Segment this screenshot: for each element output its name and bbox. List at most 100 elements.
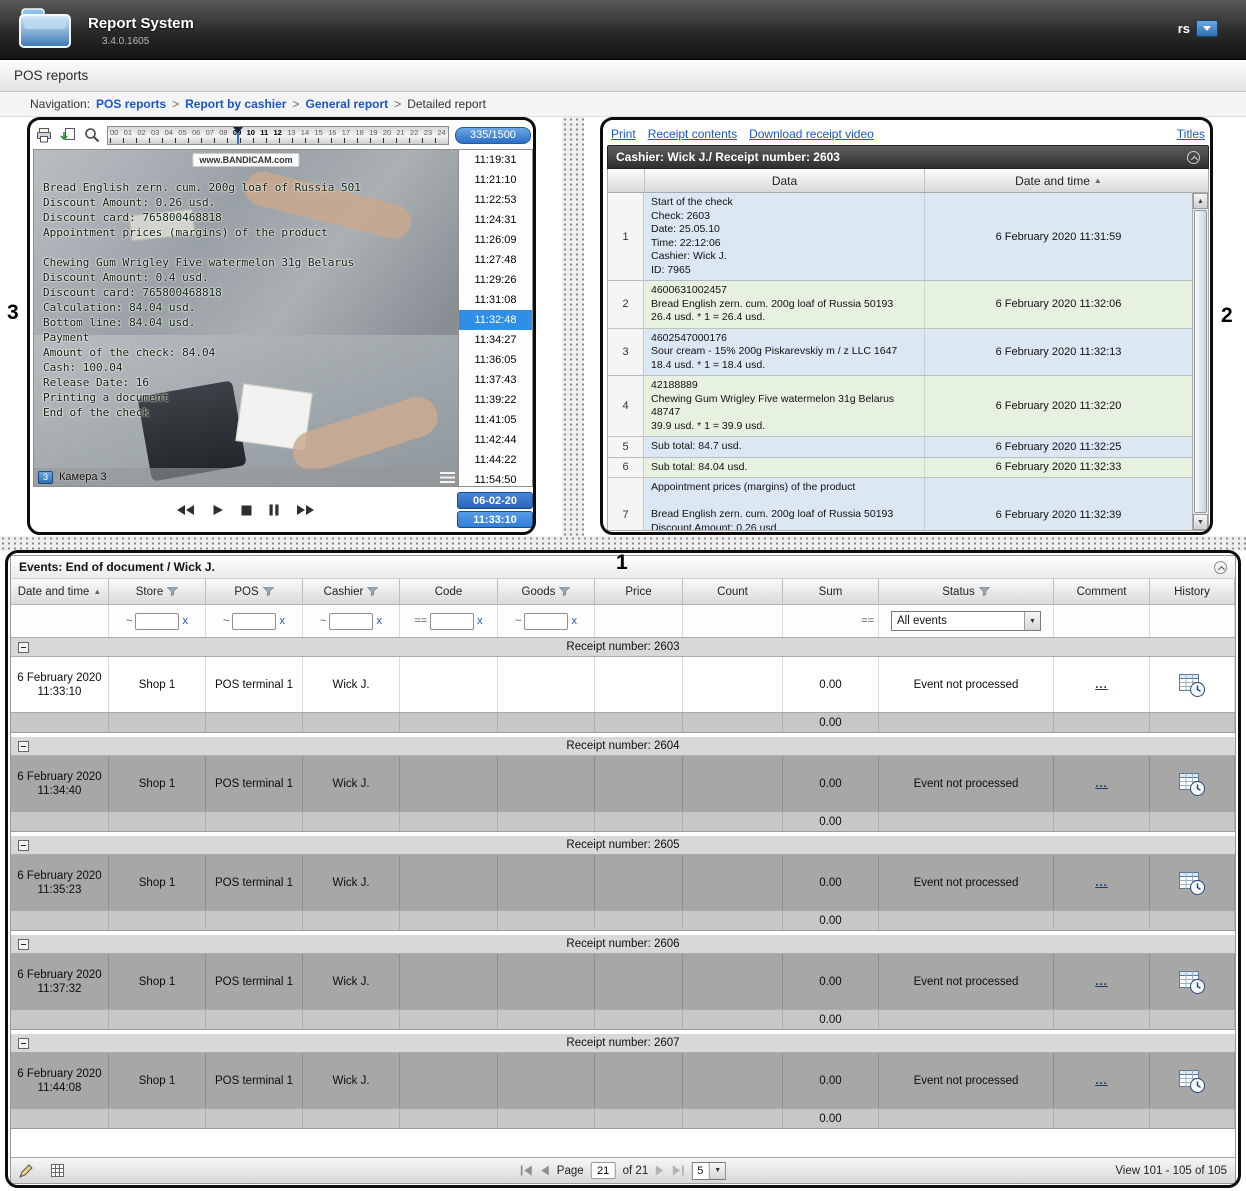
pos-filter-clear[interactable]: x [279,615,285,627]
event-comment-link[interactable]: ... [1095,976,1108,988]
cashier-filter-input[interactable] [329,613,373,630]
event-comment-link[interactable]: ... [1095,679,1108,691]
store-filter-clear[interactable]: x [182,615,188,627]
column-header-history[interactable]: History [1150,579,1235,604]
breadcrumb-pos-reports[interactable]: POS reports [96,97,166,111]
filter-icon[interactable] [263,587,274,596]
history-icon[interactable] [1178,870,1206,896]
receipt-contents-link[interactable]: Receipt contents [648,127,737,141]
column-header-sum[interactable]: Sum [783,579,879,604]
last-page-icon[interactable] [672,1165,685,1176]
grid-icon[interactable] [51,1164,64,1177]
first-page-icon[interactable] [520,1165,533,1176]
timestamp-item[interactable]: 11:31:08 [459,290,532,310]
receipt-row[interactable]: 24600631002457Bread English zern. cum. 2… [608,281,1192,329]
column-header-store[interactable]: Store [109,579,206,604]
column-header-data[interactable]: Data [644,169,924,192]
timeline[interactable]: 0001020304050607080910111213141516171819… [107,126,449,145]
receipt-row[interactable]: 6Sub total: 84.04 usd.6 February 2020 11… [608,458,1192,479]
timestamp-item[interactable]: 11:44:22 [459,450,532,470]
timestamp-item[interactable]: 11:26:09 [459,230,532,250]
event-row[interactable]: 6 February 202011:37:32Shop 1POS termina… [11,954,1235,1010]
receipt-row[interactable]: 1Start of the checkCheck: 2603Date: 25.0… [608,193,1192,281]
titles-link[interactable]: Titles [1177,127,1205,141]
user-menu-button[interactable] [1196,20,1218,37]
receipt-row[interactable]: 442188889Chewing Gum Wrigley Five waterm… [608,376,1192,437]
rewind-button[interactable] [176,504,195,516]
column-header-count[interactable]: Count [683,579,783,604]
receipt-group-row[interactable]: Receipt number: 2606 [11,935,1235,954]
scrollbar[interactable]: ▲ ▼ [1192,193,1208,530]
event-comment-link[interactable]: ... [1095,877,1108,889]
search-icon[interactable] [83,127,101,144]
history-icon[interactable] [1178,1068,1206,1094]
event-row[interactable]: 6 February 202011:34:40Shop 1POS termina… [11,756,1235,812]
cashier-filter-clear[interactable]: x [376,615,382,627]
store-filter-input[interactable] [135,613,179,630]
print-link[interactable]: Print [611,127,636,141]
history-icon[interactable] [1178,969,1206,995]
filter-icon[interactable] [367,587,378,596]
print-icon[interactable] [35,127,53,144]
breadcrumb-report-by-cashier[interactable]: Report by cashier [185,97,286,111]
column-header-code[interactable]: Code [400,579,498,604]
column-header-status[interactable]: Status [879,579,1054,604]
download-receipt-video-link[interactable]: Download receipt video [749,127,874,141]
timestamp-item[interactable]: 11:42:44 [459,430,532,450]
horizontal-splitter[interactable] [0,536,1246,551]
scroll-down-icon[interactable]: ▼ [1193,514,1208,530]
column-header-price[interactable]: Price [595,579,683,604]
filter-icon[interactable] [979,587,990,596]
timestamp-item[interactable]: 11:19:31 [459,150,532,170]
timestamp-item[interactable]: 11:27:48 [459,250,532,270]
menu-icon[interactable] [440,472,455,483]
history-icon[interactable] [1178,771,1206,797]
receipt-group-row[interactable]: Receipt number: 2605 [11,836,1235,855]
timestamp-item[interactable]: 11:34:27 [459,330,532,350]
filter-icon[interactable] [559,587,570,596]
breadcrumb-general-report[interactable]: General report [305,97,388,111]
collapse-events-icon[interactable] [1214,561,1227,574]
column-header-pos[interactable]: POS [206,579,303,604]
column-header-cashier[interactable]: Cashier [303,579,400,604]
event-comment-link[interactable]: ... [1095,778,1108,790]
next-page-icon[interactable] [655,1165,665,1176]
page-number-input[interactable] [591,1162,616,1179]
timestamp-item[interactable]: 11:39:22 [459,390,532,410]
timestamp-item[interactable]: 11:22:53 [459,190,532,210]
stop-button[interactable] [241,505,252,516]
fast-forward-button[interactable] [296,504,315,516]
collapse-panel-icon[interactable] [1187,151,1200,164]
scroll-up-icon[interactable]: ▲ [1193,193,1208,209]
receipt-row[interactable]: 34602547000176Sour cream - 15% 200g Pisk… [608,329,1192,377]
column-header-datetime[interactable]: Date and time ▲ [924,169,1192,192]
event-row[interactable]: 6 February 202011:33:10Shop 1POS termina… [11,657,1235,713]
pos-filter-input[interactable] [232,613,276,630]
status-filter-select[interactable]: All events ▼ [891,611,1041,631]
column-header-comment[interactable]: Comment [1054,579,1150,604]
timestamp-item[interactable]: 11:41:05 [459,410,532,430]
timestamp-item[interactable]: 11:24:31 [459,210,532,230]
collapse-group-icon[interactable] [18,1038,29,1049]
previous-page-icon[interactable] [540,1165,550,1176]
timestamp-item[interactable]: 11:21:10 [459,170,532,190]
edit-icon[interactable] [19,1164,33,1178]
timestamp-item[interactable]: 11:29:26 [459,270,532,290]
history-icon[interactable] [1178,672,1206,698]
scroll-thumb[interactable] [1194,210,1207,513]
page-size-select[interactable]: 5 ▼ [692,1162,726,1180]
receipt-group-row[interactable]: Receipt number: 2603 [11,638,1235,657]
pause-button[interactable] [269,504,279,516]
goods-filter-input[interactable] [524,613,568,630]
export-icon[interactable] [59,127,77,144]
collapse-group-icon[interactable] [18,939,29,950]
vertical-splitter[interactable] [562,117,584,536]
video-frame[interactable]: www.BANDICAM.com Bread English zern. cum… [34,150,458,486]
timestamp-item[interactable]: 11:36:05 [459,350,532,370]
collapse-group-icon[interactable] [18,642,29,653]
play-button[interactable] [212,504,224,516]
goods-filter-clear[interactable]: x [571,615,577,627]
timestamp-item[interactable]: 11:32:48 [459,310,532,330]
timeline-marker[interactable] [237,127,239,144]
event-comment-link[interactable]: ... [1095,1075,1108,1087]
